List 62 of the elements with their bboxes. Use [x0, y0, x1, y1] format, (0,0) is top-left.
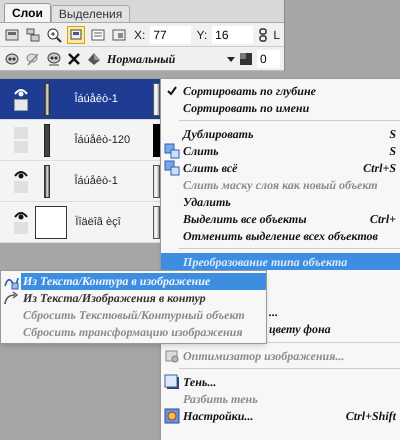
opacity-icon[interactable]	[240, 52, 252, 64]
layer-row[interactable]: Îáúåêò-1	[0, 161, 160, 202]
mask-thumbnail	[153, 124, 160, 156]
settings-icon[interactable]	[164, 408, 180, 424]
thumbnail-icon[interactable]	[111, 26, 127, 42]
menu-item[interactable]: цвету фона	[269, 321, 400, 338]
y-field[interactable]: 16	[212, 26, 254, 44]
layer-thumbnail	[44, 164, 50, 198]
w-label: L	[273, 26, 280, 44]
mask-delete-icon[interactable]	[25, 50, 41, 66]
mask-icon[interactable]	[4, 50, 20, 66]
eye-icon[interactable]	[14, 169, 28, 179]
mask-thumbnail	[153, 82, 160, 116]
layer-row[interactable]: Îáúåêò-120	[0, 120, 160, 161]
layer-view-icon[interactable]	[67, 26, 85, 44]
x-field[interactable]: 77	[150, 26, 192, 44]
y-label: Y:	[196, 26, 208, 44]
tab[interactable]: Выделения	[50, 5, 130, 22]
menu-item[interactable]: Дублировать S	[161, 125, 400, 142]
shadow-icon[interactable]	[164, 374, 180, 390]
tab[interactable]: Слои	[4, 3, 51, 22]
close-icon[interactable]	[67, 52, 81, 66]
layer-thumbnail	[44, 124, 50, 156]
mask-icon[interactable]	[46, 50, 62, 66]
layers-icon[interactable]	[164, 142, 180, 158]
menu-item[interactable]: Удалить	[161, 193, 400, 210]
layer-row[interactable]: Îáúåêò-1	[0, 79, 160, 120]
menu-item[interactable]: Сортировать по имени	[161, 99, 400, 116]
layer-name[interactable]: Îáúåêò-120	[74, 132, 154, 148]
menu-item[interactable]: ...	[269, 304, 400, 321]
menu-item[interactable]: Слить S	[161, 142, 400, 159]
layer-thumbnail	[44, 82, 50, 116]
curve-arrow-icon[interactable]	[3, 290, 19, 306]
mask-thumbnail	[153, 164, 160, 198]
menu-item[interactable]: Настройки... Ctrl+Shift	[161, 407, 400, 424]
submenu-item[interactable]: Из Текста/Изображения в контур	[21, 290, 266, 307]
mask-thumbnail	[153, 206, 160, 238]
blend-mode-dropdown[interactable]: Нормальный	[107, 50, 222, 68]
blend-icon[interactable]	[86, 50, 102, 66]
check-icon[interactable]	[167, 86, 177, 96]
menu-item[interactable]: Отменить выделение всех объектов	[161, 227, 400, 244]
opacity-field[interactable]: 0	[257, 50, 280, 68]
caret-icon[interactable]	[227, 54, 235, 62]
layer-thumbnail	[35, 206, 68, 238]
list-icon[interactable]	[90, 26, 106, 42]
layer-row[interactable]: Ïîäëîã èçî	[0, 202, 160, 243]
layer-name[interactable]: Îáúåêò-1	[74, 90, 154, 108]
layer-name[interactable]: Îáúåêò-1	[74, 172, 154, 190]
layers-icon[interactable]	[25, 26, 41, 42]
eye-icon[interactable]	[14, 87, 28, 97]
layers-icon[interactable]	[4, 26, 20, 42]
lock-box[interactable]	[14, 99, 28, 111]
eye-icon[interactable]	[14, 210, 28, 220]
x-label: X:	[134, 26, 146, 44]
layers-icon[interactable]	[164, 160, 180, 176]
link-icon[interactable]	[258, 26, 268, 42]
zoom-icon[interactable]	[46, 26, 62, 42]
menu-item[interactable]: Выделить все объекты Ctrl+	[161, 210, 400, 227]
menu-item[interactable]: Слить всё Ctrl+S	[161, 159, 400, 176]
menu-item[interactable]: Тень...	[161, 373, 400, 390]
menu-item[interactable]: Сортировать по глубине	[161, 82, 400, 99]
layer-name[interactable]: Ïîäëîã èçî	[75, 214, 154, 230]
